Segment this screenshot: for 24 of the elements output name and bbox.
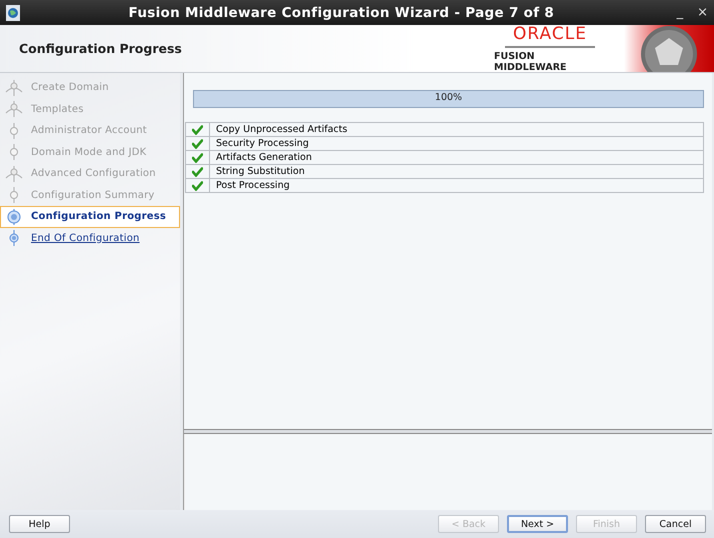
step-link[interactable]: End Of Configuration [31, 232, 140, 244]
completed-step: Administrator Account [31, 125, 147, 136]
close-button[interactable]: × [697, 5, 708, 20]
cancel-button[interactable]: Cancel [645, 515, 706, 533]
brand-logo: ORACLE [505, 24, 595, 48]
completed-step: Domain Mode and JDK [31, 146, 146, 158]
task-name: Copy Unprocessed Artifacts [210, 122, 704, 136]
next-button[interactable]: Next > [507, 515, 568, 533]
completed-step: Create Domain [31, 82, 109, 94]
progress-percent: 100% [434, 92, 464, 103]
window-title: Fusion Middleware Configuration Wizard - Page 7 of 8 [128, 4, 556, 20]
help-button[interactable]: Help [9, 515, 70, 533]
task-name: String Substitution [210, 164, 704, 178]
task-name: Security Processing [210, 136, 704, 150]
app-icon [6, 4, 20, 20]
task-name: Artifacts Generation [210, 150, 704, 164]
completed-step: Configuration Summary [31, 190, 155, 201]
completed-step: Advanced Configuration [31, 168, 156, 180]
task-name: Post Processing [210, 178, 704, 192]
completed-step: Templates [31, 104, 84, 115]
page-title: Configuration Progress [18, 41, 183, 56]
minimize-button[interactable]: _ [676, 5, 684, 20]
current-step[interactable]: Configuration Progress [0, 206, 180, 228]
product-name: FUSION MIDDLEWARE [494, 50, 568, 72]
